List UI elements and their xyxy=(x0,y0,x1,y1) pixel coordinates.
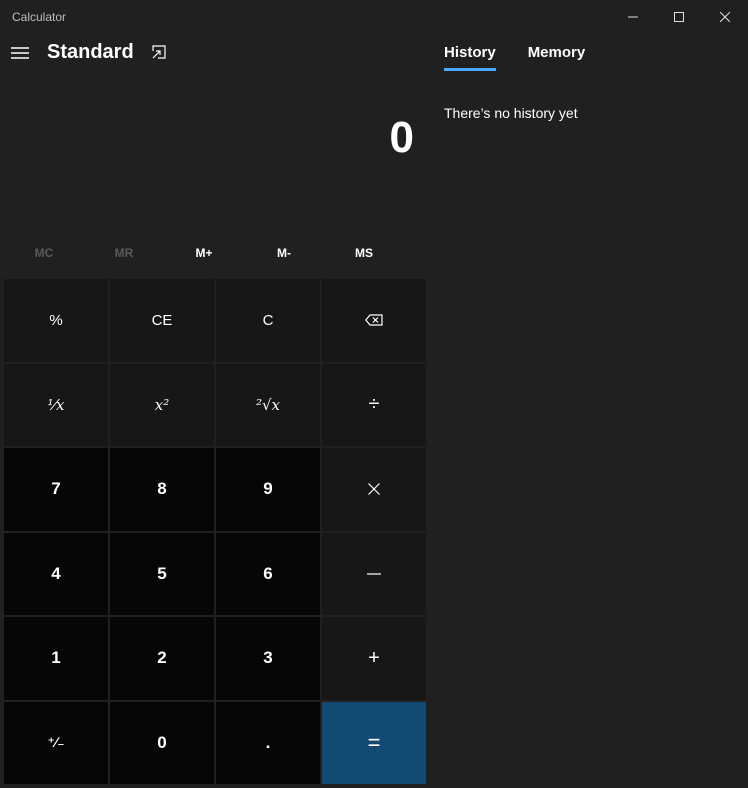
maximize-icon xyxy=(674,12,684,22)
seven-button[interactable]: 7 xyxy=(4,448,108,531)
reciprocal-button[interactable]: ⅟x xyxy=(4,363,108,446)
keypad: % CE C ⅟x x² ²√x ÷ 7 8 9 4 5 6 1 2 3 + ⁺… xyxy=(4,279,426,785)
six-button[interactable]: 6 xyxy=(216,532,320,615)
backspace-icon xyxy=(365,314,383,326)
multiply-icon xyxy=(368,483,380,496)
square-button[interactable]: x² xyxy=(110,363,214,446)
close-button[interactable] xyxy=(702,0,748,34)
minus-icon xyxy=(367,573,381,575)
mode-title: Standard xyxy=(47,41,134,63)
three-button[interactable]: 3 xyxy=(216,617,320,700)
two-button[interactable]: 2 xyxy=(110,617,214,700)
zero-button[interactable]: 0 xyxy=(110,701,214,784)
app-title: Calculator xyxy=(12,10,67,24)
tab-history[interactable]: History xyxy=(444,44,496,72)
square-root-button[interactable]: ²√x xyxy=(216,363,320,446)
title-bar: Calculator xyxy=(0,0,748,34)
result-display: 0 xyxy=(389,113,414,162)
minimize-button[interactable] xyxy=(610,0,656,34)
multiply-button[interactable] xyxy=(322,448,426,531)
side-panel-tabs: History Memory xyxy=(444,44,617,74)
memory-clear-button[interactable]: MC xyxy=(4,236,84,270)
minimize-icon xyxy=(628,16,638,18)
four-button[interactable]: 4 xyxy=(4,532,108,615)
memory-subtract-button[interactable]: M- xyxy=(244,236,324,270)
percent-button[interactable]: % xyxy=(4,279,108,362)
minus-button[interactable] xyxy=(322,532,426,615)
divide-button[interactable]: ÷ xyxy=(322,363,426,446)
memory-add-button[interactable]: M+ xyxy=(164,236,244,270)
close-icon xyxy=(720,12,730,22)
memory-store-button[interactable]: MS xyxy=(324,236,404,270)
hamburger-menu-icon xyxy=(11,47,29,59)
five-button[interactable]: 5 xyxy=(110,532,214,615)
one-button[interactable]: 1 xyxy=(4,617,108,700)
nine-button[interactable]: 9 xyxy=(216,448,320,531)
eight-button[interactable]: 8 xyxy=(110,448,214,531)
tab-memory[interactable]: Memory xyxy=(528,44,586,72)
keep-on-top-button[interactable] xyxy=(150,43,168,61)
decimal-button[interactable]: . xyxy=(216,701,320,784)
equals-button[interactable]: = xyxy=(322,701,426,784)
menu-button[interactable] xyxy=(10,42,30,64)
history-empty-message: There’s no history yet xyxy=(444,105,578,121)
keep-on-top-icon xyxy=(152,45,166,59)
plus-button[interactable]: + xyxy=(322,617,426,700)
memory-recall-button[interactable]: MR xyxy=(84,236,164,270)
backspace-button[interactable] xyxy=(322,279,426,362)
clear-button[interactable]: C xyxy=(216,279,320,362)
memory-row: MC MR M+ M- MS xyxy=(4,236,424,270)
negate-button[interactable]: ⁺∕₋ xyxy=(4,701,108,784)
clear-entry-button[interactable]: CE xyxy=(110,279,214,362)
maximize-button[interactable] xyxy=(656,0,702,34)
